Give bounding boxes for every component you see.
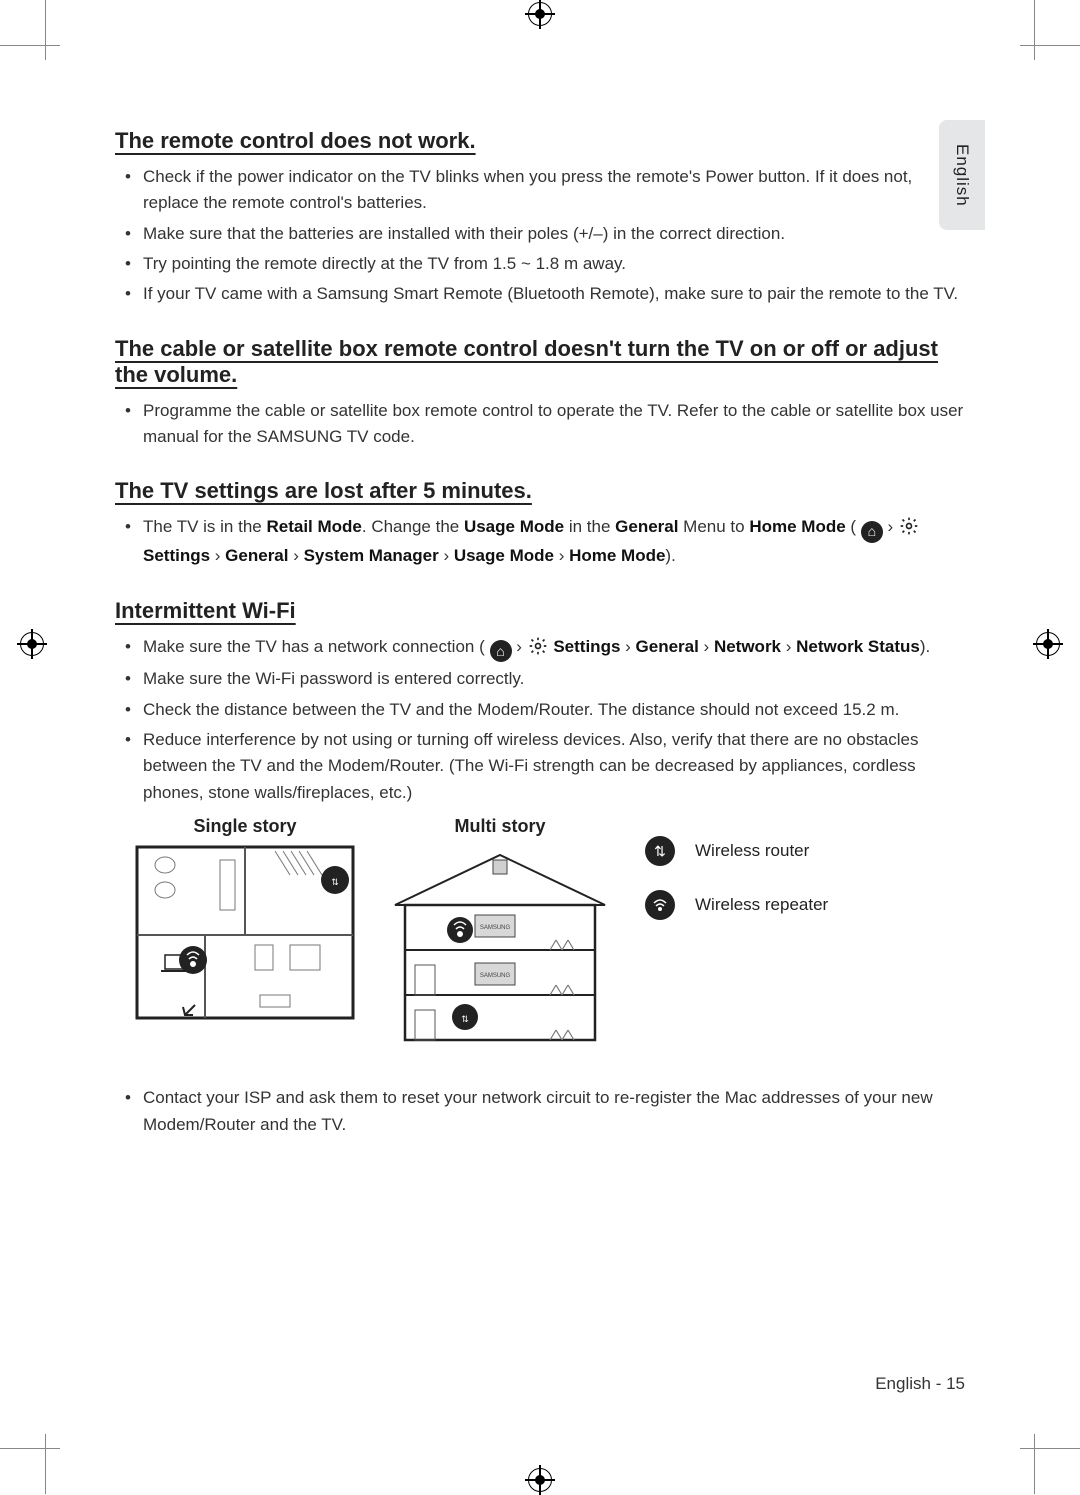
single-story-diagram: ⇅ — [135, 845, 355, 1020]
list-item: Make sure the TV has a network connectio… — [143, 634, 965, 663]
registration-mark-icon — [528, 1468, 552, 1492]
list-item: Check if the power indicator on the TV b… — [143, 164, 965, 217]
legend: ⇅ Wireless router Wireless repeater — [645, 816, 828, 920]
multi-story-diagram: SAMSUNG SAMSUNG ⇅ — [385, 845, 615, 1045]
router-icon: ⇅ — [645, 836, 675, 866]
list-item: Check the distance between the TV and th… — [143, 697, 965, 723]
list-item: Try pointing the remote directly at the … — [143, 251, 965, 277]
single-story-label: Single story — [193, 816, 296, 837]
svg-text:⇅: ⇅ — [331, 877, 339, 887]
registration-mark-icon — [528, 2, 552, 26]
list-item: Programme the cable or satellite box rem… — [143, 398, 965, 451]
heading-cable: The cable or satellite box remote contro… — [115, 336, 965, 388]
list-item: Make sure that the batteries are install… — [143, 221, 965, 247]
home-icon: ⌂ — [490, 640, 512, 662]
list-settings: The TV is in the Retail Mode. Change the… — [115, 514, 965, 569]
diagram-row: Single story — [135, 816, 965, 1045]
gear-icon — [898, 515, 920, 537]
page-footer: English - 15 — [875, 1374, 965, 1394]
list-wifi-2: Contact your ISP and ask them to reset y… — [115, 1085, 965, 1138]
gear-icon — [527, 635, 549, 657]
heading-remote: The remote control does not work. — [115, 128, 965, 154]
multi-story-label: Multi story — [454, 816, 545, 837]
list-item: Contact your ISP and ask them to reset y… — [143, 1085, 965, 1138]
list-wifi: Make sure the TV has a network connectio… — [115, 634, 965, 807]
registration-mark-icon — [20, 632, 44, 656]
legend-repeater-label: Wireless repeater — [695, 895, 828, 915]
list-item: Make sure the Wi-Fi password is entered … — [143, 666, 965, 692]
list-item: Reduce interference by not using or turn… — [143, 727, 965, 806]
list-item: If your TV came with a Samsung Smart Rem… — [143, 281, 965, 307]
svg-text:⇅: ⇅ — [461, 1014, 469, 1024]
legend-router-label: Wireless router — [695, 841, 809, 861]
home-icon: ⌂ — [861, 521, 883, 543]
svg-text:SAMSUNG: SAMSUNG — [480, 925, 511, 931]
registration-mark-icon — [1036, 632, 1060, 656]
list-item: The TV is in the Retail Mode. Change the… — [143, 514, 965, 569]
svg-text:SAMSUNG: SAMSUNG — [480, 973, 511, 979]
list-cable: Programme the cable or satellite box rem… — [115, 398, 965, 451]
heading-wifi: Intermittent Wi-Fi — [115, 598, 965, 624]
heading-settings: The TV settings are lost after 5 minutes… — [115, 478, 965, 504]
repeater-icon — [645, 890, 675, 920]
list-remote: Check if the power indicator on the TV b… — [115, 164, 965, 308]
